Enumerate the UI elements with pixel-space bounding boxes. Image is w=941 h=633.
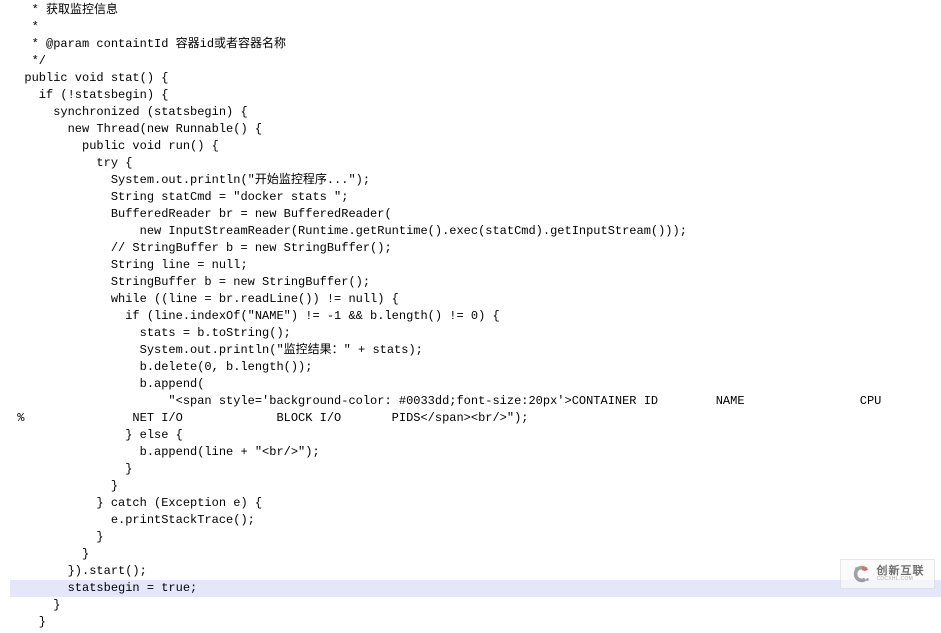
code-line: "<span style='background-color: #0033dd;… xyxy=(10,393,941,410)
code-line: } xyxy=(10,614,941,631)
code-line: } xyxy=(10,478,941,495)
code-line: * xyxy=(10,19,941,36)
code-line: } xyxy=(10,597,941,614)
watermark-en: CDCXHL.COM xyxy=(877,577,925,582)
code-line: System.out.println("开始监控程序..."); xyxy=(10,172,941,189)
code-line: }).start(); xyxy=(10,563,941,580)
watermark-logo-icon xyxy=(851,563,873,585)
code-block: * 获取监控信息 * * @param containtId 容器id或者容器名… xyxy=(0,0,941,633)
code-line: new Thread(new Runnable() { xyxy=(10,121,941,138)
code-line: b.delete(0, b.length()); xyxy=(10,359,941,376)
code-line: try { xyxy=(10,155,941,172)
code-line: System.out.println("监控结果：" + stats); xyxy=(10,342,941,359)
code-line: */ xyxy=(10,53,941,70)
code-line: // StringBuffer b = new StringBuffer(); xyxy=(10,240,941,257)
code-line: new InputStreamReader(Runtime.getRuntime… xyxy=(10,223,941,240)
code-line: } catch (Exception e) { xyxy=(10,495,941,512)
code-line: } else { xyxy=(10,427,941,444)
code-line: stats = b.toString(); xyxy=(10,325,941,342)
code-line: % NET I/O BLOCK I/O PIDS</span><br/>"); xyxy=(10,410,941,427)
code-line: public void stat() { xyxy=(10,70,941,87)
code-line: } xyxy=(10,546,941,563)
code-line: StringBuffer b = new StringBuffer(); xyxy=(10,274,941,291)
watermark-text: 创新互联 CDCXHL.COM xyxy=(877,566,925,582)
code-line: if (line.indexOf("NAME") != -1 && b.leng… xyxy=(10,308,941,325)
code-line: while ((line = br.readLine()) != null) { xyxy=(10,291,941,308)
code-line: String line = null; xyxy=(10,257,941,274)
code-line: b.append( xyxy=(10,376,941,393)
code-line: } xyxy=(10,461,941,478)
code-line: BufferedReader br = new BufferedReader( xyxy=(10,206,941,223)
code-line: * @param containtId 容器id或者容器名称 xyxy=(10,36,941,53)
watermark: 创新互联 CDCXHL.COM xyxy=(840,559,935,589)
code-line: synchronized (statsbegin) { xyxy=(10,104,941,121)
code-line: * 获取监控信息 xyxy=(10,2,941,19)
code-line: String statCmd = "docker stats "; xyxy=(10,189,941,206)
code-line: b.append(line + "<br/>"); xyxy=(10,444,941,461)
code-line: statsbegin = true; xyxy=(10,580,941,597)
code-line: if (!statsbegin) { xyxy=(10,87,941,104)
code-line: public void run() { xyxy=(10,138,941,155)
code-line: } xyxy=(10,529,941,546)
code-line: e.printStackTrace(); xyxy=(10,512,941,529)
